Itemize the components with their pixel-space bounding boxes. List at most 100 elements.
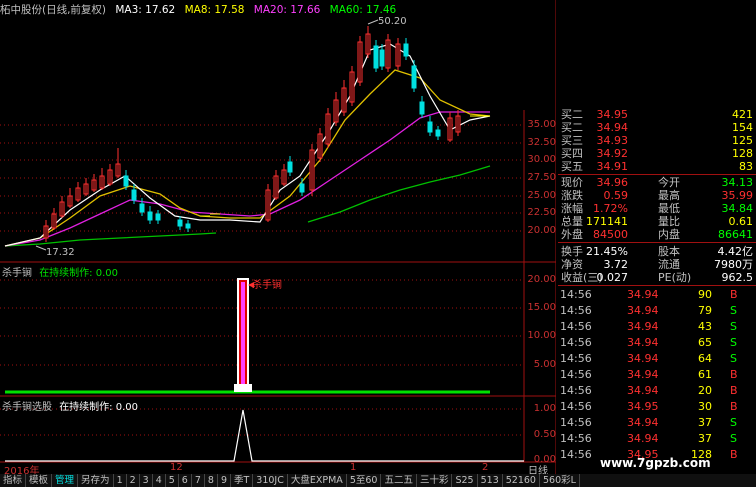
- bid-vol: 128: [732, 147, 753, 160]
- tab-item[interactable]: 大盘EXPMA: [288, 474, 347, 487]
- stat2-value: 3.72: [603, 258, 629, 271]
- tab-item[interactable]: 3: [140, 474, 153, 487]
- ind1-axis-5: 5.00: [533, 359, 556, 370]
- ind1-axis-15: 15.00: [527, 302, 556, 313]
- stat-label: 涨幅: [561, 202, 583, 215]
- tick-volume: 37: [698, 432, 712, 445]
- tab-item[interactable]: 5至60: [347, 474, 382, 487]
- tick-row: 14:56 34.94 65 S: [558, 335, 756, 351]
- date-axis: 2016年 12 1 2 日线: [0, 462, 556, 477]
- tab-item[interactable]: 5: [166, 474, 179, 487]
- tick-price: 34.95: [627, 400, 659, 413]
- tab-item[interactable]: 另存为: [78, 474, 114, 487]
- tick-side: S: [730, 320, 737, 333]
- tick-side: B: [730, 368, 738, 381]
- bid-label: 买二: [561, 121, 583, 134]
- tab-item[interactable]: 2: [127, 474, 140, 487]
- stat-label: 涨跌: [561, 189, 583, 202]
- stat-label: 外盘: [561, 228, 583, 241]
- price-axis-25: 25.00: [527, 190, 556, 201]
- bid-row: 买二 34.95 421: [558, 108, 756, 121]
- stat-value: 0.59: [603, 189, 629, 202]
- tick-side: B: [730, 400, 738, 413]
- tab-item[interactable]: S25: [452, 474, 478, 487]
- stat2-label-2: 股本: [658, 245, 680, 258]
- tick-volume: 61: [698, 368, 712, 381]
- stat2-row: 净资 3.72 流通 7980万: [558, 258, 756, 271]
- bid-vol: 83: [739, 160, 753, 173]
- tick-time: 14:56: [560, 320, 592, 333]
- tab-item[interactable]: 9: [218, 474, 231, 487]
- stat-value-2: 34.84: [721, 202, 754, 215]
- stat-row: 外盘 84500 内盘 86641: [558, 228, 756, 241]
- stat-row: 涨幅 1.72% 最低 34.84: [558, 202, 756, 215]
- stat2-label-2: PE(动): [658, 271, 692, 284]
- bid-row: 买四 34.92 128: [558, 147, 756, 160]
- tick-row: 14:56 34.94 20 B: [558, 383, 756, 399]
- stat-value-2: 34.13: [721, 176, 754, 189]
- tick-price: 34.94: [627, 288, 659, 301]
- stat2-row: 收益(三) 0.027 PE(动) 962.5: [558, 271, 756, 284]
- stat-label: 总量: [561, 215, 583, 228]
- tick-time: 14:56: [560, 336, 592, 349]
- bid-label: 买五: [561, 160, 583, 173]
- tab-item[interactable]: 52160: [503, 474, 540, 487]
- indicator1-bar-base: [234, 384, 252, 392]
- stat-value: 84500: [593, 228, 628, 241]
- tab-item[interactable]: 7: [192, 474, 205, 487]
- price-axis-35: 35.00: [527, 119, 556, 130]
- stat2-value-2: 4.42亿: [717, 245, 754, 258]
- stat-value: 171141: [586, 215, 628, 228]
- tab-item[interactable]: 310JC: [253, 474, 288, 487]
- stat2-value: 21.45%: [586, 245, 628, 258]
- tab-item[interactable]: 1: [114, 474, 127, 487]
- price-axis-20: 20.00: [527, 225, 556, 236]
- tick-time: 14:56: [560, 384, 592, 397]
- tab-item[interactable]: 模板: [26, 474, 53, 487]
- tick-row: 14:56 34.94 79 S: [558, 303, 756, 319]
- tick-side: B: [730, 288, 738, 301]
- ind1-axis-10: 10.00: [527, 330, 556, 341]
- indicator2-title: 杀手锏选股: [2, 402, 52, 413]
- stat2-row: 换手 21.45% 股本 4.42亿: [558, 245, 756, 258]
- tick-volume: 64: [698, 352, 712, 365]
- bid-price: 34.94: [596, 121, 629, 134]
- tick-row: 14:56 34.94 43 S: [558, 319, 756, 335]
- stat-label-2: 内盘: [658, 228, 680, 241]
- tick-row: 14:56 34.95 30 B: [558, 399, 756, 415]
- bid-label: 买三: [561, 134, 583, 147]
- bid-price: 34.93: [596, 134, 629, 147]
- stat-label-2: 最高: [658, 189, 680, 202]
- price-axis-32: 32.50: [527, 137, 556, 148]
- tab-item[interactable]: 季T: [231, 474, 254, 487]
- tick-side: S: [730, 336, 737, 349]
- tab-item[interactable]: 560彩L: [540, 474, 580, 487]
- stat2-label-2: 流通: [658, 258, 680, 271]
- tick-price: 34.94: [627, 416, 659, 429]
- ma8-line: [4, 69, 491, 247]
- bid-price: 34.95: [596, 108, 629, 121]
- tab-item[interactable]: 指标: [0, 474, 27, 487]
- tick-side: S: [730, 432, 737, 445]
- stat2-label: 换手: [561, 245, 583, 258]
- tick-price: 34.94: [627, 304, 659, 317]
- indicator1-status: 在持续制作: 0.00: [39, 268, 119, 279]
- tab-item[interactable]: 五二五: [381, 474, 417, 487]
- tab-item[interactable]: 6: [179, 474, 192, 487]
- bid-label: 买二: [561, 108, 583, 121]
- tick-time: 14:56: [560, 416, 592, 429]
- ind2-axis-1: 1.00: [533, 403, 556, 414]
- tick-volume: 37: [698, 416, 712, 429]
- tab-item[interactable]: 4: [153, 474, 166, 487]
- tab-item[interactable]: 8: [205, 474, 218, 487]
- bid-vol: 125: [732, 134, 753, 147]
- tab-item[interactable]: 管理: [52, 474, 79, 487]
- stat2-label: 净资: [561, 258, 583, 271]
- tick-time: 14:56: [560, 352, 592, 365]
- stat-value: 34.96: [596, 176, 629, 189]
- tick-time: 14:56: [560, 304, 592, 317]
- tab-item[interactable]: 513: [478, 474, 503, 487]
- bid-vol: 154: [732, 121, 753, 134]
- tab-item[interactable]: 三十彩: [417, 474, 453, 487]
- tick-list[interactable]: 14:56 34.94 90 B 14:56 34.94 79 S 14:56 34.94 43 S 1…: [558, 287, 756, 467]
